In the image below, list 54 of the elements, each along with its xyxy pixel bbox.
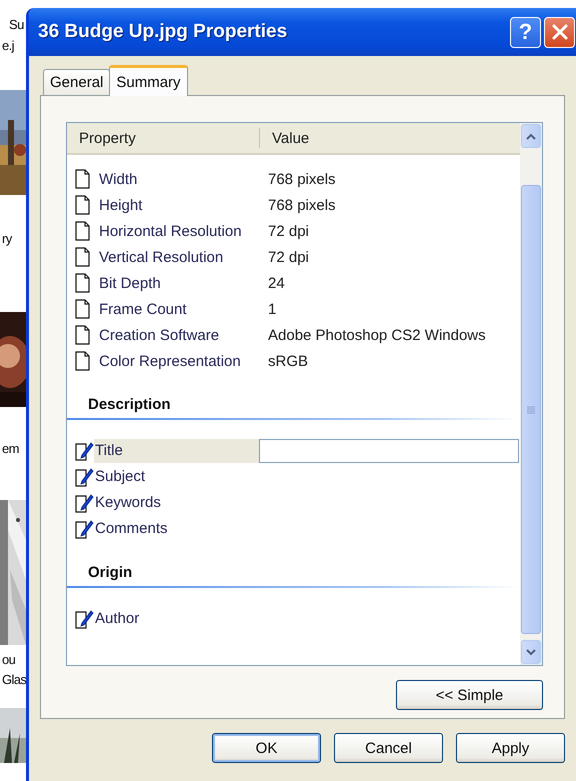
file-name-text: ry (2, 231, 12, 246)
property-value: 24 (267, 274, 285, 292)
input-field[interactable] (259, 439, 519, 463)
property-name: Height (98, 196, 144, 214)
dialog-button[interactable]: Apply (456, 733, 565, 763)
column-header[interactable]: Value (260, 123, 520, 153)
scroll-up-button[interactable] (521, 124, 541, 148)
file-name-text: e.j (2, 38, 14, 53)
property-value: sRGB (267, 352, 308, 370)
caret-up-icon (526, 132, 536, 140)
property-name: Color Representation (98, 352, 242, 370)
property-name[interactable]: Keywords (94, 491, 259, 515)
pencil-page-icon (74, 467, 94, 487)
property-name: Width (98, 170, 138, 188)
property-name: Vertical Resolution (98, 248, 224, 266)
file-name-text: ou (2, 652, 16, 667)
pencil-page-icon (74, 493, 94, 513)
dialog-button[interactable]: Cancel (334, 733, 443, 763)
property-name[interactable]: Subject (94, 465, 259, 489)
close-button[interactable] (544, 16, 575, 48)
tab[interactable]: Summary (109, 65, 188, 96)
pencil-page-icon (74, 609, 94, 629)
tab[interactable]: General (43, 69, 110, 95)
property-value: 72 dpi (267, 248, 309, 266)
property-value: Adobe Photoshop CS2 Windows (267, 326, 486, 344)
property-name[interactable]: Title (94, 439, 259, 463)
scrollbar[interactable] (520, 123, 542, 665)
scroll-down-button[interactable] (521, 640, 541, 664)
dialog-button[interactable]: OK (212, 733, 321, 763)
property-name: Frame Count (98, 300, 188, 318)
property-name: Horizontal Resolution (98, 222, 243, 240)
grip-icon (527, 406, 535, 414)
property-name[interactable]: Comments (94, 517, 259, 541)
close-icon (550, 22, 570, 42)
property-value: 72 dpi (267, 222, 309, 240)
file-name-text: em (2, 441, 19, 456)
property-value: 768 pixels (267, 170, 336, 188)
section-heading: Description (87, 396, 171, 415)
help-button[interactable]: ? (510, 16, 541, 48)
property-value: 1 (267, 300, 276, 318)
scroll-thumb[interactable] (521, 185, 541, 634)
simple-button[interactable]: << Simple (396, 680, 543, 710)
pencil-page-icon (74, 519, 94, 539)
file-name-text: Glas (2, 672, 26, 687)
property-value: 768 pixels (267, 196, 336, 214)
pencil-page-icon (74, 441, 94, 461)
column-header[interactable]: Property (67, 128, 260, 148)
file-name-text: Su (9, 17, 24, 32)
property-name: Bit Depth (98, 274, 162, 292)
section-heading: Origin (87, 564, 132, 583)
property-name[interactable]: Author (94, 607, 259, 631)
caret-down-icon (526, 648, 536, 656)
property-name: Creation Software (98, 326, 220, 344)
window-title: 36 Budge Up.jpg Properties (38, 21, 288, 43)
